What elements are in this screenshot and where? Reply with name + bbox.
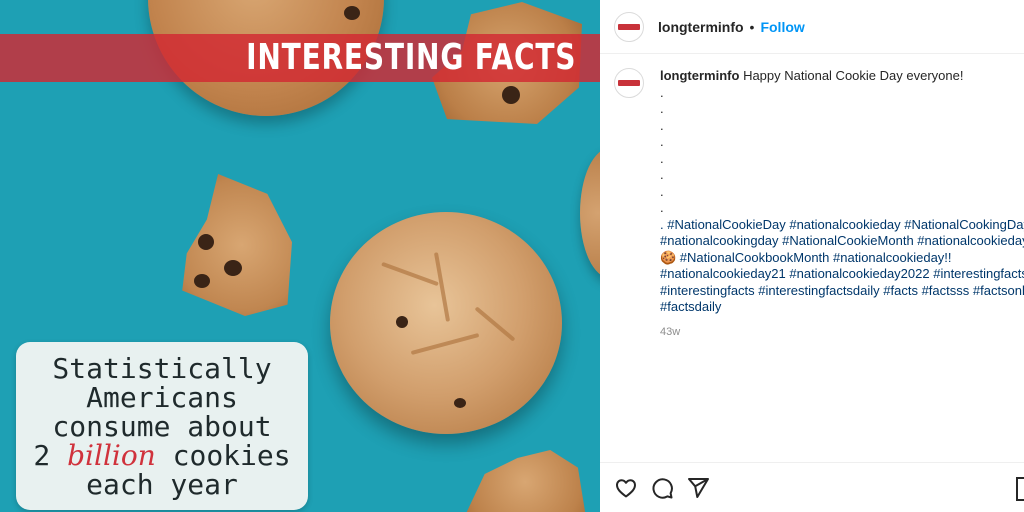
fact-suffix: cookies [155, 438, 291, 472]
follow-button[interactable]: Follow [760, 19, 804, 35]
fact-line: each year [86, 467, 238, 501]
caption-dot: . [660, 101, 664, 116]
avatar-logo [618, 23, 640, 30]
post-side-panel: longterminfo • Follow longterminfo Happy… [600, 0, 1024, 512]
fact-highlight: billion [67, 438, 156, 472]
fact-line: Statistically [52, 351, 272, 385]
hashtag-line[interactable]: #interestingfacts #interestingfactsdaily… [660, 283, 1024, 300]
hashtag-line[interactable]: #nationalcookieday21 #nationalcookieday2… [660, 266, 1024, 283]
banner-title: INTERESTING FACTS [245, 37, 576, 78]
caption-row: longterminfo Happy National Cookie Day e… [614, 68, 1024, 340]
post-timestamp[interactable]: 43w [660, 324, 1010, 341]
fact-line: consume about [52, 409, 272, 443]
post-image[interactable]: INTERESTING FACTS Statistically American… [0, 0, 600, 512]
caption-dot: . [660, 167, 664, 182]
caption-dot: . [660, 150, 664, 166]
caption-area: longterminfo Happy National Cookie Day e… [600, 56, 1024, 461]
caption-dot: . [660, 183, 664, 199]
fact-number: 2 [33, 438, 68, 472]
caption-dot: . [660, 200, 664, 215]
hashtag-line[interactable]: #nationalcookingday #NationalCookieMonth… [660, 233, 1024, 250]
heart-icon[interactable] [614, 476, 638, 500]
hashtag-line[interactable]: . #NationalCookieDay #nationalcookieday … [660, 217, 1024, 234]
fact-text: Statistically Americans consume about 2 … [33, 354, 290, 499]
action-bar [600, 462, 1024, 512]
caption-text: Happy National Cookie Day everyone! [743, 68, 964, 83]
header-separator: • [749, 18, 755, 35]
comment-icon[interactable] [650, 476, 674, 500]
avatar-logo [618, 80, 640, 86]
fact-line: 2 billion cookies [33, 441, 290, 470]
caption-dot: . [660, 134, 664, 149]
hashtag-line[interactable]: 🍪 #NationalCookbookMonth #nationalcookie… [660, 250, 1010, 267]
post-header: longterminfo • Follow [600, 0, 1024, 54]
caption-avatar[interactable] [614, 68, 644, 98]
avatar[interactable] [614, 11, 644, 42]
bookmark-icon[interactable] [1016, 477, 1024, 501]
caption-body: longterminfo Happy National Cookie Day e… [660, 68, 1024, 341]
caption-dot: . [660, 117, 664, 133]
caption-username[interactable]: longterminfo [660, 68, 739, 83]
hashtag-line[interactable]: #factsdaily [660, 299, 1010, 316]
caption-dot: . [660, 84, 664, 100]
share-icon[interactable] [686, 476, 710, 500]
banner: INTERESTING FACTS [0, 34, 600, 82]
cookie-piece-bottom [462, 450, 588, 512]
header-username[interactable]: longterminfo [658, 19, 744, 35]
cookie-image-main [330, 212, 562, 434]
cookie-piece-left [182, 174, 292, 316]
cookie-edge-right [580, 148, 600, 278]
fact-line: Americans [86, 380, 238, 414]
caption-avatar-wrap [614, 68, 644, 340]
fact-card: Statistically Americans consume about 2 … [16, 342, 308, 510]
caption-first-line: longterminfo Happy National Cookie Day e… [660, 68, 1010, 85]
